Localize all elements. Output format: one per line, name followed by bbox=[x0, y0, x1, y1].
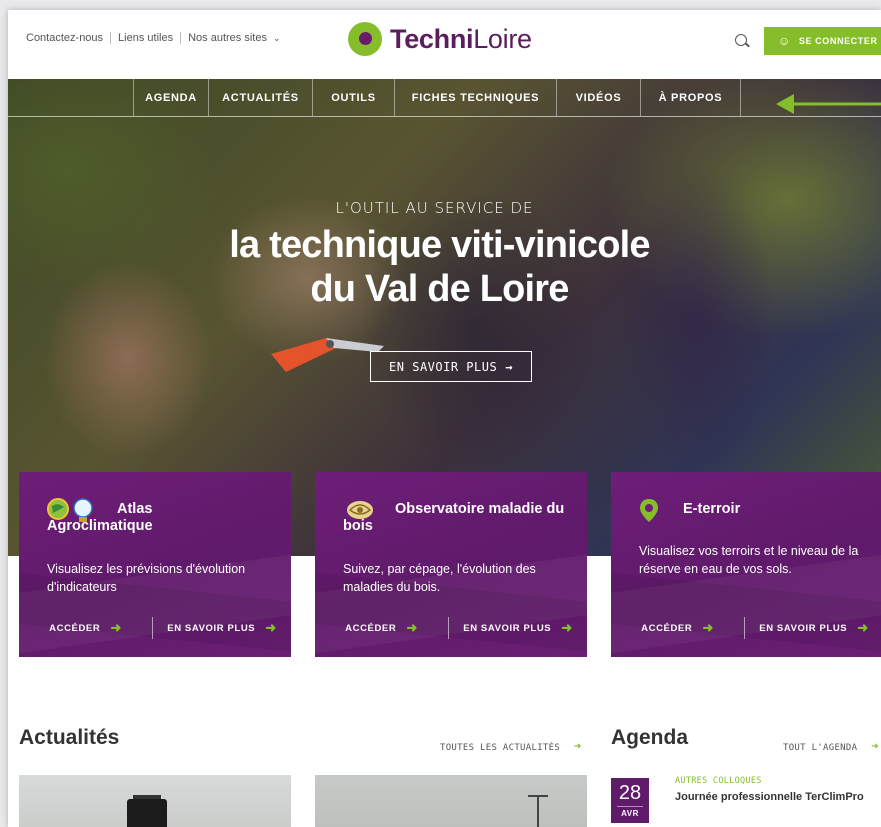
divider bbox=[110, 32, 112, 44]
card-description: Suivez, par cépage, l'évolution des mala… bbox=[343, 562, 536, 594]
card-links: ACCÉDER ➜ EN SAVOIR PLUS ➜ bbox=[315, 617, 587, 639]
card-description: Visualisez vos terroirs et le niveau de … bbox=[639, 544, 859, 576]
site-logo[interactable]: TechniLoire bbox=[348, 22, 532, 56]
chevron-down-icon: ⌄ bbox=[273, 33, 281, 43]
all-news-link[interactable]: TOUTES LES ACTUALITÉS ➜ bbox=[440, 739, 581, 753]
other-sites-dropdown[interactable]: Nos autres sites ⌄ bbox=[188, 32, 280, 44]
hero-learn-more-button[interactable]: EN SAVOIR PLUS → bbox=[370, 351, 532, 382]
all-news-label: TOUTES LES ACTUALITÉS bbox=[440, 743, 561, 753]
news-thumbnail[interactable] bbox=[315, 775, 587, 827]
map-pin-icon bbox=[640, 499, 658, 522]
nav-spacer bbox=[8, 79, 134, 116]
card-title: Observatoire maladie du bois bbox=[343, 501, 565, 534]
card-icons bbox=[47, 498, 94, 524]
agenda-section-title: Agenda bbox=[611, 726, 689, 749]
contact-link[interactable]: Contactez-nous bbox=[26, 32, 103, 44]
arrow-right-icon: → bbox=[505, 359, 513, 374]
login-label: SE CONNECTER bbox=[798, 36, 878, 46]
feature-card-atlas: Atlas Agroclimatique Visualisez les prév… bbox=[19, 472, 291, 657]
logo-glass-icon bbox=[348, 22, 382, 56]
hero-title: la technique viti-vinicole du Val de Loi… bbox=[8, 223, 881, 311]
nav-item-videos[interactable]: VIDÉOS bbox=[557, 79, 641, 116]
other-sites-label: Nos autres sites bbox=[188, 32, 267, 44]
arrow-right-icon: ➜ bbox=[857, 620, 869, 635]
card-icons bbox=[343, 498, 377, 522]
access-link[interactable]: ACCÉDER ➜ bbox=[611, 617, 745, 639]
utility-links: Contactez-nous Liens utiles Nos autres s… bbox=[26, 32, 281, 44]
hero-title-line: du Val de Loire bbox=[310, 268, 569, 310]
hero-text: L'OUTIL AU SERVICE DE la technique viti-… bbox=[8, 199, 881, 311]
event-day: 28 bbox=[618, 782, 642, 804]
access-label: ACCÉDER bbox=[49, 622, 101, 634]
hero-title-line: la technique viti-vinicole bbox=[229, 224, 650, 266]
nav-item-actualites[interactable]: ACTUALITÉS bbox=[209, 79, 313, 116]
main-navigation: AGENDA ACTUALITÉS OUTILS FICHES TECHNIQU… bbox=[8, 79, 881, 117]
card-icons bbox=[639, 498, 659, 524]
useful-links-link[interactable]: Liens utiles bbox=[118, 32, 173, 44]
card-title: E-terroir bbox=[683, 501, 741, 517]
learn-more-link[interactable]: EN SAVOIR PLUS ➜ bbox=[153, 617, 291, 639]
nav-item-outils[interactable]: OUTILS bbox=[313, 79, 395, 116]
access-label: ACCÉDER bbox=[345, 622, 397, 634]
arrow-right-icon: ➜ bbox=[110, 620, 122, 635]
event-month: AVR bbox=[617, 806, 643, 818]
all-agenda-link[interactable]: TOUT L'AGENDA ➜ bbox=[783, 739, 879, 753]
event-date-badge: 28 AVR bbox=[611, 778, 649, 823]
news-thumbnail[interactable] bbox=[19, 775, 291, 827]
annotation-arrow-icon bbox=[776, 94, 881, 114]
learn-more-label: EN SAVOIR PLUS bbox=[167, 622, 256, 634]
learn-more-link[interactable]: EN SAVOIR PLUS ➜ bbox=[449, 617, 587, 639]
feature-card-observatoire: Observatoire maladie du bois Suivez, par… bbox=[315, 472, 587, 657]
logo-text: TechniLoire bbox=[390, 23, 532, 54]
access-label: ACCÉDER bbox=[641, 622, 693, 634]
arrow-right-icon: ➜ bbox=[265, 620, 277, 635]
globe-icon bbox=[47, 498, 69, 520]
pole-image bbox=[528, 795, 548, 827]
card-links: ACCÉDER ➜ EN SAVOIR PLUS ➜ bbox=[19, 617, 291, 639]
card-description: Visualisez les prévisions d'évolution d'… bbox=[47, 562, 246, 594]
card-links: ACCÉDER ➜ EN SAVOIR PLUS ➜ bbox=[611, 617, 881, 639]
arrow-right-icon: ➜ bbox=[871, 739, 879, 753]
search-icon[interactable] bbox=[735, 34, 747, 46]
page-frame: Contactez-nous Liens utiles Nos autres s… bbox=[8, 10, 881, 827]
login-button[interactable]: ☺ SE CONNECTER bbox=[764, 27, 881, 55]
access-link[interactable]: ACCÉDER ➜ bbox=[315, 617, 449, 639]
news-section-title: Actualités bbox=[19, 726, 120, 749]
all-agenda-label: TOUT L'AGENDA bbox=[783, 743, 858, 753]
event-title[interactable]: Journée professionnelle TerClimPro bbox=[675, 791, 864, 803]
feature-card-eterroir: E-terroir Visualisez vos terroirs et le … bbox=[611, 472, 881, 657]
arrow-right-icon: ➜ bbox=[702, 620, 714, 635]
nav-item-fiches-techniques[interactable]: FICHES TECHNIQUES bbox=[395, 79, 557, 116]
learn-more-label: EN SAVOIR PLUS bbox=[463, 622, 552, 634]
arrow-right-icon: ➜ bbox=[406, 620, 418, 635]
hero-kicker: L'OUTIL AU SERVICE DE bbox=[335, 199, 534, 217]
nav-item-a-propos[interactable]: À PROPOS bbox=[641, 79, 741, 116]
learn-more-link[interactable]: EN SAVOIR PLUS ➜ bbox=[745, 617, 881, 639]
hero-cta-label: EN SAVOIR PLUS bbox=[389, 359, 498, 374]
user-icon: ☺ bbox=[778, 34, 791, 48]
climate-bulb-icon bbox=[73, 498, 93, 522]
learn-more-label: EN SAVOIR PLUS bbox=[759, 622, 848, 634]
event-category[interactable]: AUTRES COLLOQUES bbox=[675, 776, 762, 786]
arrow-right-icon: ➜ bbox=[573, 739, 582, 753]
pruning-shears-icon bbox=[271, 338, 384, 372]
grapevine-wood-icon bbox=[347, 501, 373, 519]
nav-item-agenda[interactable]: AGENDA bbox=[134, 79, 209, 116]
tractor-image bbox=[127, 795, 167, 827]
divider bbox=[180, 32, 182, 44]
access-link[interactable]: ACCÉDER ➜ bbox=[19, 617, 153, 639]
arrow-right-icon: ➜ bbox=[561, 620, 573, 635]
top-bar: Contactez-nous Liens utiles Nos autres s… bbox=[8, 10, 881, 70]
